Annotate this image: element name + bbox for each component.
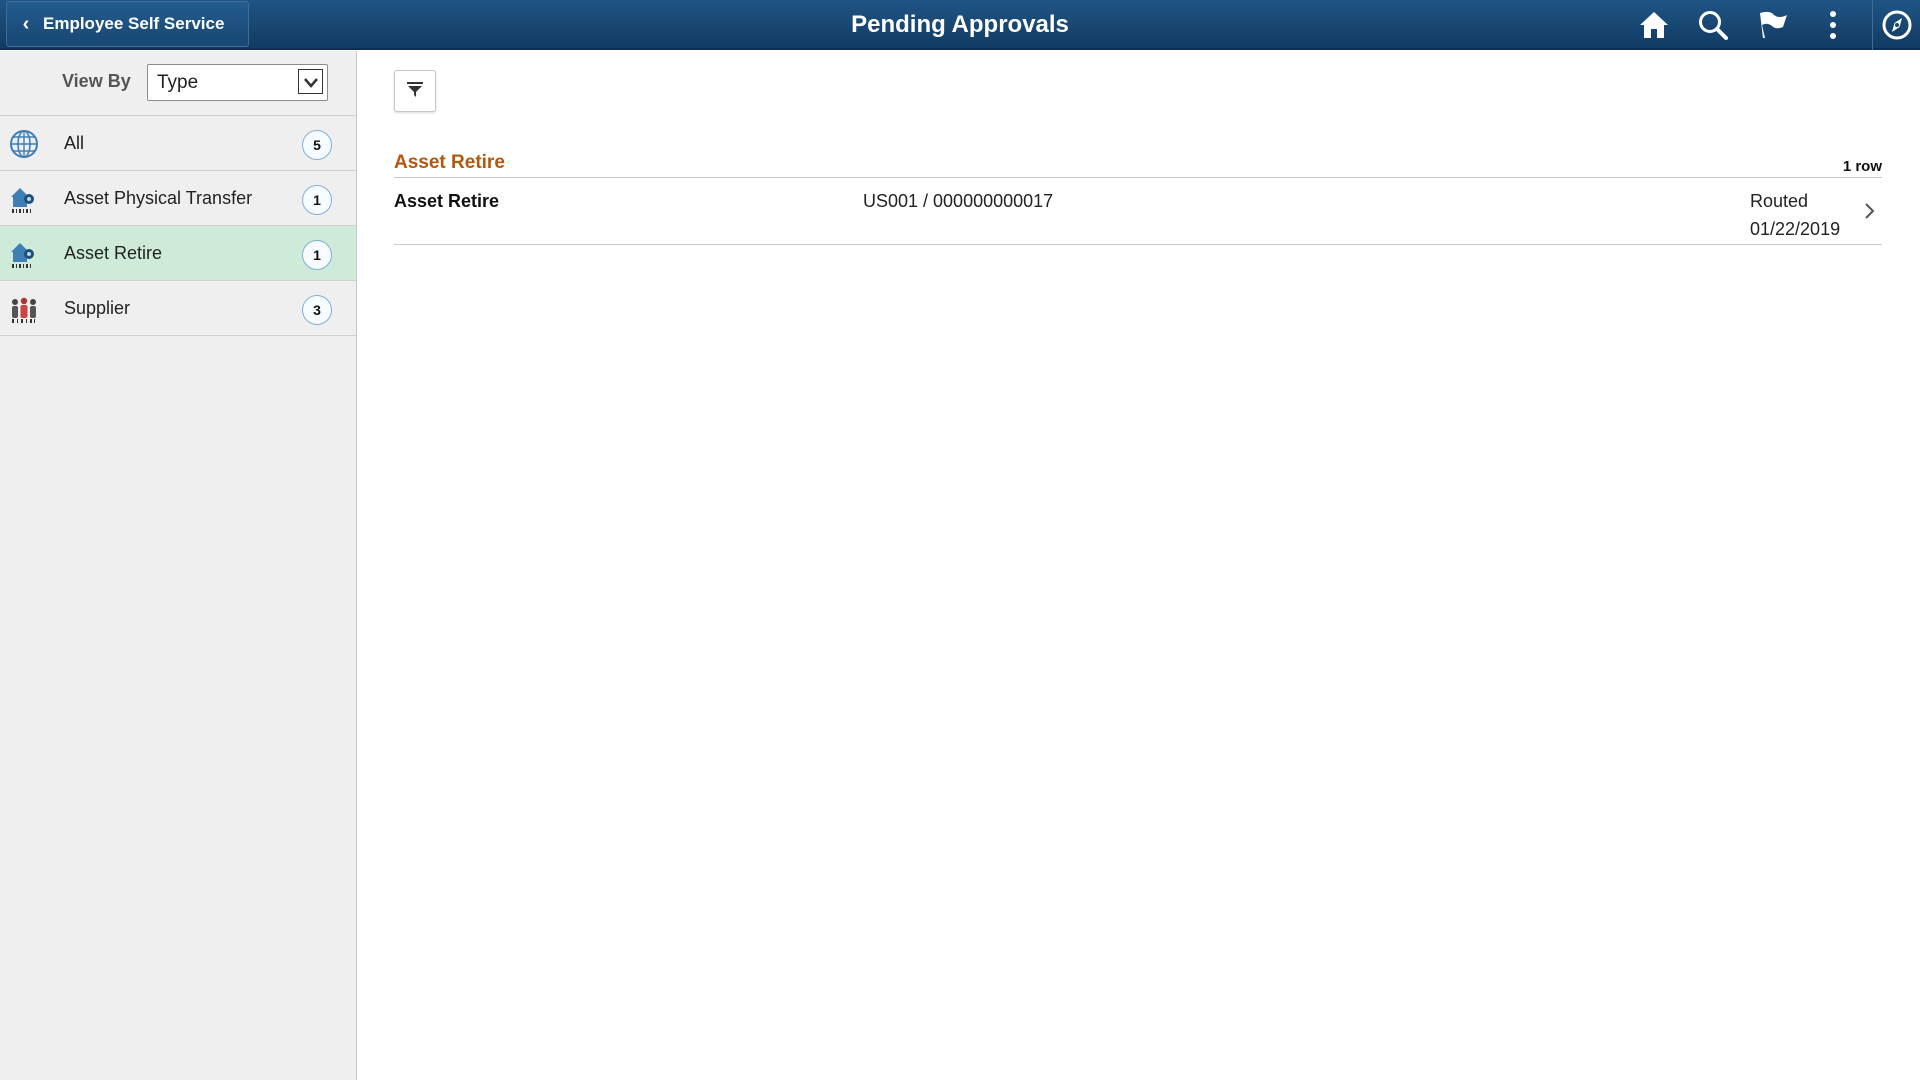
sidebar-item-all[interactable]: All 5	[0, 116, 356, 171]
list-item[interactable]: Asset Retire US001 / 000000000017 Routed…	[394, 177, 1882, 245]
filter-button[interactable]	[394, 70, 436, 112]
back-button-label: Employee Self Service	[43, 14, 225, 33]
chevron-right-icon	[1860, 200, 1878, 222]
sidebar: View By Type All 5 Asset Physical Transf…	[0, 51, 357, 1080]
sidebar-item-asset-retire[interactable]: Asset Retire 1	[0, 226, 356, 281]
row-title: Asset Retire	[394, 191, 500, 211]
sidebar-item-label: All	[64, 133, 85, 153]
view-by-value: Type	[157, 72, 199, 93]
asset-icon	[9, 184, 39, 214]
row-reference: US001 / 000000000017	[863, 191, 1054, 211]
more-options-icon[interactable]	[1813, 5, 1853, 45]
row-date: 01/22/2019	[1750, 219, 1841, 239]
flag-icon[interactable]	[1753, 5, 1793, 45]
count-badge: 5	[302, 130, 332, 160]
sidebar-item-label: Supplier	[64, 298, 131, 318]
sidebar-item-supplier[interactable]: Supplier 3	[0, 281, 356, 336]
sidebar-item-label: Asset Retire	[64, 243, 163, 263]
count-badge: 3	[302, 295, 332, 325]
count-badge: 1	[302, 240, 332, 270]
search-icon[interactable]	[1693, 5, 1733, 45]
group-title: Asset Retire	[394, 152, 505, 173]
page-title: Pending Approvals	[851, 11, 1069, 38]
chevron-left-icon: ‹	[22, 12, 30, 35]
sidebar-item-label: Asset Physical Transfer	[64, 188, 253, 208]
chevron-down-icon	[298, 69, 323, 94]
navbar-compass-icon[interactable]	[1872, 0, 1920, 50]
home-icon[interactable]	[1634, 5, 1674, 45]
view-by-bar: View By Type	[0, 51, 356, 116]
back-button[interactable]: ‹ Employee Self Service	[6, 1, 249, 47]
asset-icon	[9, 239, 39, 269]
sidebar-item-asset-physical-transfer[interactable]: Asset Physical Transfer 1	[0, 171, 356, 226]
globe-icon	[9, 129, 39, 159]
row-count: 1 row	[1842, 158, 1882, 175]
count-badge: 1	[302, 185, 332, 215]
banner: ‹ Employee Self Service Pending Approval…	[0, 0, 1920, 50]
row-status: Routed	[1750, 191, 1809, 211]
filter-icon	[405, 79, 425, 104]
view-by-label: View By	[62, 71, 131, 91]
view-by-select[interactable]: Type	[147, 64, 328, 101]
people-icon	[9, 294, 39, 324]
